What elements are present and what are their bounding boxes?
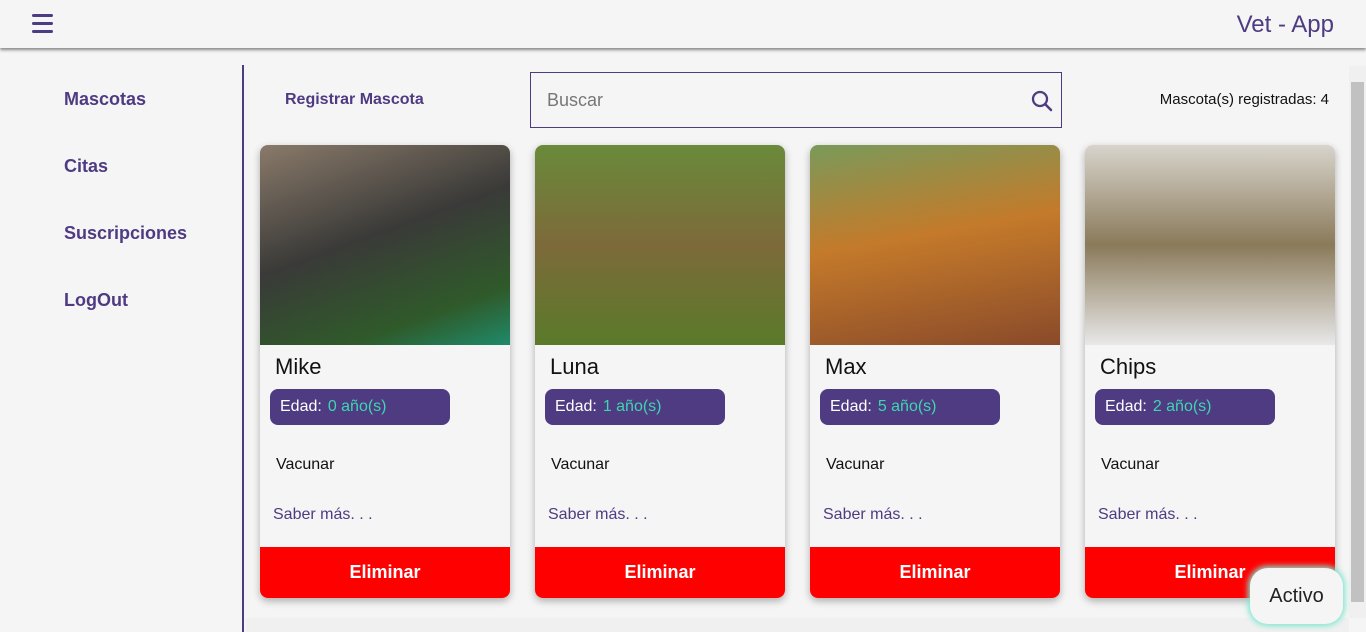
pet-name: Mike	[275, 354, 322, 379]
pet-card: Max Edad: 5 año(s) Vacunar Saber más. . .…	[810, 145, 1060, 598]
sidebar: Mascotas Citas Suscripciones LogOut	[0, 65, 244, 632]
app-title: Vet - App	[1236, 11, 1334, 38]
hamburger-icon[interactable]	[32, 14, 53, 33]
pet-name: Chips	[1100, 354, 1157, 379]
vaccinate-link[interactable]: Vacunar	[276, 456, 334, 474]
age-label: Edad:	[280, 398, 322, 415]
age-badge: Edad: 5 año(s)	[820, 389, 1000, 425]
age-label: Edad:	[555, 398, 597, 415]
age-value: 1 año(s)	[602, 398, 662, 415]
registered-count: Mascota(s) registradas: 4	[1159, 91, 1329, 108]
sidebar-item-suscripciones[interactable]: Suscripciones	[64, 223, 187, 244]
register-pet-link[interactable]: Registrar Mascota	[285, 91, 424, 109]
age-badge: Edad: 1 año(s)	[545, 389, 725, 425]
search-icon[interactable]	[1031, 90, 1053, 112]
pet-photo	[535, 145, 785, 345]
pet-name: Max	[825, 354, 867, 379]
pet-name: Luna	[550, 354, 599, 379]
age-value: 2 año(s)	[1152, 398, 1212, 415]
sidebar-item-citas[interactable]: Citas	[64, 156, 108, 177]
age-label: Edad:	[830, 398, 872, 415]
sidebar-item-mascotas[interactable]: Mascotas	[64, 89, 146, 110]
pet-photo	[1085, 145, 1335, 345]
vaccinate-link[interactable]: Vacunar	[1101, 456, 1159, 474]
vaccinate-link[interactable]: Vacunar	[826, 456, 884, 474]
horizontal-scrollbar[interactable]	[246, 618, 1349, 632]
learn-more-link[interactable]: Saber más. . .	[548, 506, 648, 524]
scrollbar-thumb[interactable]	[1351, 82, 1364, 602]
pet-card: Luna Edad: 1 año(s) Vacunar Saber más. . …	[535, 145, 785, 598]
search-box	[530, 72, 1062, 128]
pet-photo	[260, 145, 510, 345]
age-value: 5 año(s)	[877, 398, 937, 415]
sidebar-item-logout[interactable]: LogOut	[64, 290, 128, 311]
vertical-scrollbar[interactable]	[1349, 66, 1366, 618]
learn-more-link[interactable]: Saber más. . .	[823, 506, 923, 524]
age-value: 0 año(s)	[327, 398, 387, 415]
age-badge: Edad: 2 año(s)	[1095, 389, 1275, 425]
delete-button[interactable]: Eliminar	[535, 547, 785, 598]
pet-card: Chips Edad: 2 año(s) Vacunar Saber más. .…	[1085, 145, 1335, 598]
status-badge: Activo	[1250, 568, 1343, 624]
age-label: Edad:	[1105, 398, 1147, 415]
search-input[interactable]	[547, 73, 1017, 127]
top-bar: Vet - App	[0, 0, 1366, 48]
pet-photo	[810, 145, 1060, 345]
delete-button[interactable]: Eliminar	[260, 547, 510, 598]
delete-button[interactable]: Eliminar	[810, 547, 1060, 598]
age-badge: Edad: 0 año(s)	[270, 389, 450, 425]
pet-card: Mike Edad: 0 año(s) Vacunar Saber más. . …	[260, 145, 510, 598]
learn-more-link[interactable]: Saber más. . .	[273, 506, 373, 524]
learn-more-link[interactable]: Saber más. . .	[1098, 506, 1198, 524]
vaccinate-link[interactable]: Vacunar	[551, 456, 609, 474]
